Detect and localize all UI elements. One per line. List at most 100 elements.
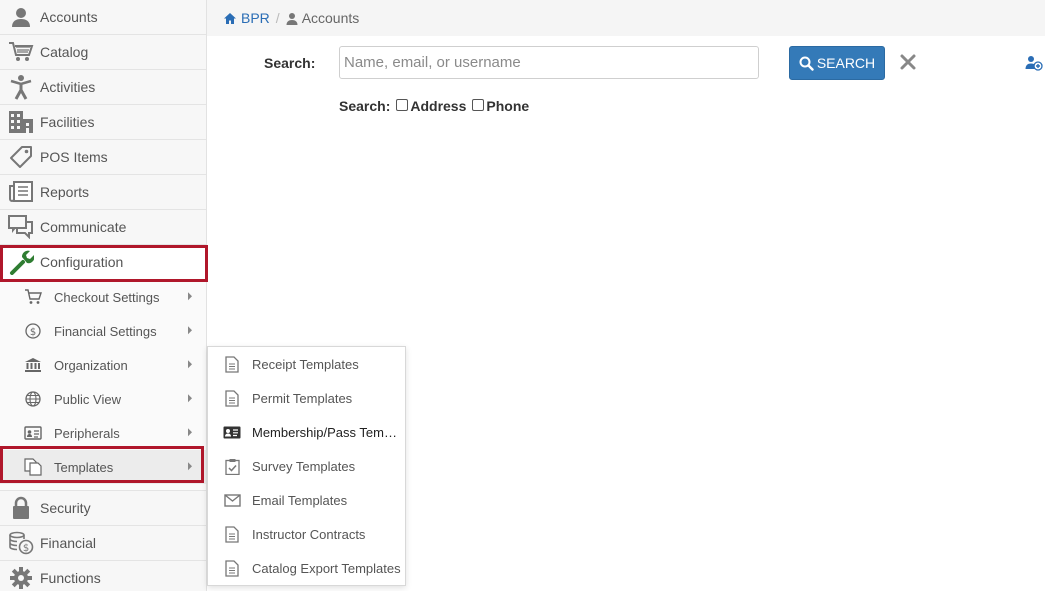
id-card-icon: [0, 416, 54, 450]
sidebar-subitem-organization[interactable]: Organization: [0, 348, 206, 382]
sidebar-item-reports[interactable]: Reports: [0, 175, 206, 210]
add-user-button[interactable]: [1025, 55, 1043, 71]
sidebar-item-label: POS Items: [40, 149, 108, 165]
add-user-icon: [1025, 56, 1043, 71]
sidebar-subitem-public-view[interactable]: Public View: [0, 382, 206, 416]
sidebar-subitem-label: Financial Settings: [54, 323, 157, 339]
menu-item-permit-templates[interactable]: Permit Templates: [208, 381, 405, 415]
document-icon: [208, 347, 252, 381]
menu-item-email-templates[interactable]: Email Templates: [208, 483, 405, 517]
menu-item-instructor-contracts[interactable]: Instructor Contracts: [208, 517, 405, 551]
sidebar-item-label: Accounts: [40, 9, 98, 25]
address-checkbox-label: Address: [410, 98, 467, 114]
chevron-right-icon: [188, 428, 192, 437]
menu-item-label: Survey Templates: [252, 458, 356, 474]
sidebar-item-facilities[interactable]: Facilities: [0, 105, 206, 140]
lock-icon: [0, 491, 40, 526]
envelope-icon: [208, 483, 252, 517]
sidebar-subitem-templates[interactable]: Templates: [0, 450, 206, 484]
sidebar-item-pos-items[interactable]: POS Items: [0, 140, 206, 175]
sidebar-item-configuration[interactable]: Configuration: [0, 245, 206, 280]
svg-text:$: $: [30, 327, 36, 338]
copy-icon: [0, 450, 54, 484]
person-activity-icon: [0, 70, 40, 105]
sidebar-item-activities[interactable]: Activities: [0, 70, 206, 105]
menu-item-label: Catalog Export Templates: [252, 560, 401, 576]
reports-icon: [0, 175, 40, 210]
sidebar-subitem-label: Public View: [54, 391, 121, 407]
home-icon: [224, 12, 236, 24]
sidebar-item-label: Security: [40, 500, 91, 516]
chevron-right-icon: [188, 326, 192, 335]
chat-icon: [0, 210, 40, 245]
chevron-right-icon: [188, 462, 192, 471]
search-icon: [799, 56, 814, 71]
clear-search-button[interactable]: [899, 53, 917, 71]
sidebar-item-label: Functions: [40, 570, 101, 586]
chevron-right-icon: [188, 360, 192, 369]
phone-checkbox-label: Phone: [486, 98, 530, 114]
breadcrumb-home-link[interactable]: BPR: [223, 10, 270, 26]
sidebar-item-label: Facilities: [40, 114, 95, 130]
sidebar-item-security[interactable]: Security: [0, 491, 206, 526]
sidebar-subitem-checkout-settings[interactable]: Checkout Settings: [0, 280, 206, 314]
tag-icon: [0, 140, 40, 175]
sidebar-item-communicate[interactable]: Communicate: [0, 210, 206, 245]
sidebar-item-label: Communicate: [40, 219, 127, 235]
menu-item-label: Membership/Pass Templ...: [252, 424, 402, 440]
svg-text:$: $: [23, 543, 29, 554]
coins-icon: $: [0, 526, 40, 561]
sidebar-subitem-peripherals[interactable]: Peripherals: [0, 416, 206, 450]
breadcrumb-separator: /: [275, 10, 280, 26]
menu-item-label: Email Templates: [252, 492, 348, 508]
menu-item-survey-templates[interactable]: Survey Templates: [208, 449, 405, 483]
breadcrumb-home-label: BPR: [241, 10, 270, 26]
wrench-icon: [0, 245, 40, 280]
search-button[interactable]: SEARCH: [789, 46, 885, 80]
sidebar-item-accounts[interactable]: Accounts: [0, 0, 206, 35]
bank-icon: [0, 348, 54, 382]
sidebar-subitem-label: Peripherals: [54, 425, 120, 441]
breadcrumb-current-label: Accounts: [301, 10, 360, 26]
sidebar-item-label: Configuration: [40, 254, 124, 270]
search-button-label: SEARCH: [816, 55, 876, 71]
search-options-label: Search:: [339, 98, 391, 114]
sidebar: Accounts Catalog Activities Facilities P…: [0, 0, 207, 591]
sidebar-item-catalog[interactable]: Catalog: [0, 35, 206, 70]
templates-flyout-menu: Receipt Templates Permit Templates Membe…: [207, 346, 406, 586]
sidebar-subitem-financial-settings[interactable]: $ Financial Settings: [0, 314, 206, 348]
chevron-right-icon: [188, 292, 192, 301]
menu-item-label: Instructor Contracts: [252, 526, 366, 542]
clipboard-check-icon: [208, 449, 252, 483]
sidebar-item-label: Financial: [40, 535, 97, 551]
menu-item-label: Receipt Templates: [252, 356, 359, 372]
sidebar-item-label: Activities: [40, 79, 96, 95]
breadcrumb: BPR / Accounts: [207, 0, 1045, 36]
dollar-circle-icon: $: [0, 314, 54, 348]
cart-icon: [0, 280, 54, 314]
address-checkbox[interactable]: [396, 99, 409, 111]
document-icon: [208, 517, 252, 551]
sidebar-subitem-label: Templates: [54, 459, 114, 475]
sidebar-item-label: Reports: [40, 184, 90, 200]
sidebar-item-functions[interactable]: Functions: [0, 561, 206, 591]
sidebar-subitem-label: Organization: [54, 357, 128, 373]
user-icon: [0, 0, 40, 35]
sidebar-subitem-label: Checkout Settings: [54, 289, 160, 305]
id-card-icon: [208, 415, 252, 449]
menu-item-receipt-templates[interactable]: Receipt Templates: [208, 347, 405, 381]
menu-item-label: Permit Templates: [252, 390, 353, 406]
menu-item-membership-pass-templates[interactable]: Membership/Pass Templ...: [208, 415, 405, 449]
menu-item-catalog-export-templates[interactable]: Catalog Export Templates: [208, 551, 405, 585]
document-icon: [208, 551, 252, 585]
search-input[interactable]: [339, 46, 759, 79]
user-icon: [286, 12, 298, 25]
search-options: Search: Address Phone: [339, 98, 529, 114]
breadcrumb-current: Accounts: [286, 10, 360, 26]
close-icon: [900, 54, 916, 70]
gear-icon: [0, 561, 40, 591]
phone-checkbox[interactable]: [472, 99, 485, 111]
sidebar-item-financial[interactable]: $ Financial: [0, 526, 206, 561]
sidebar-item-label: Catalog: [40, 44, 89, 60]
building-icon: [0, 105, 40, 140]
